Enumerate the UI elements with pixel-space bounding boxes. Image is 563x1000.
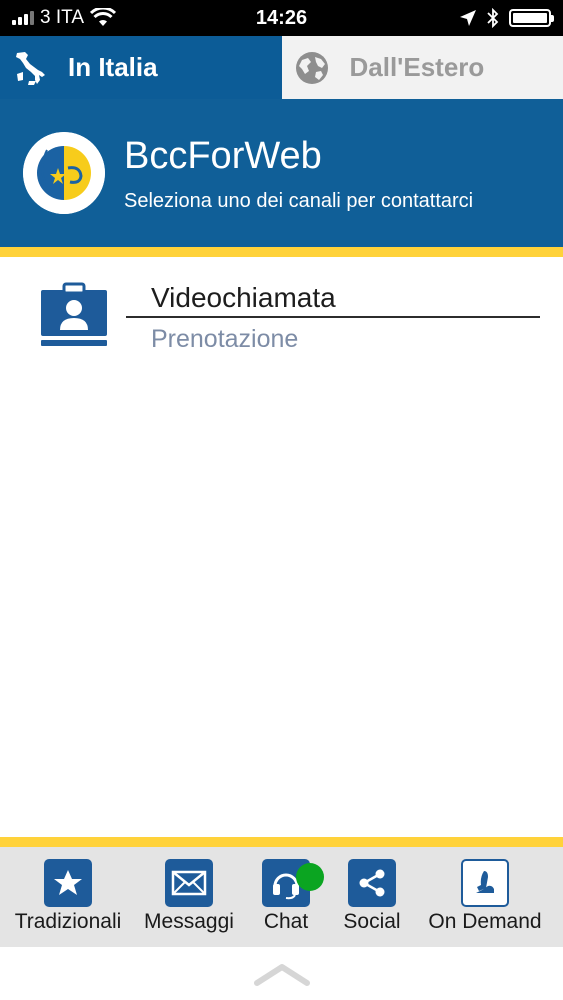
tab-label: Dall'Estero bbox=[349, 52, 485, 82]
nav-label: Social bbox=[343, 910, 401, 933]
star-icon bbox=[44, 859, 92, 907]
divider bbox=[126, 316, 540, 318]
channel-title: Videochiamata bbox=[151, 282, 336, 313]
page-subtitle: Seleziona uno dei canali per contattarci bbox=[124, 190, 474, 212]
nav-label: Chat bbox=[263, 910, 309, 933]
tab-dall-estero[interactable]: Dall'Estero bbox=[281, 36, 563, 99]
bluetooth-icon bbox=[487, 8, 499, 28]
seat-icon bbox=[461, 859, 509, 907]
nav-label: On Demand bbox=[428, 910, 542, 933]
headset-icon bbox=[262, 859, 324, 907]
nav-label: Tradizionali bbox=[14, 910, 122, 933]
tab-in-italia[interactable]: In Italia bbox=[0, 36, 282, 99]
bcc-logo bbox=[23, 132, 105, 214]
region-tabs: In Italia Dall'Estero bbox=[0, 36, 563, 99]
page-title: BccForWeb bbox=[124, 135, 322, 177]
nav-item-messaggi[interactable]: Messaggi bbox=[136, 847, 242, 947]
globe-icon bbox=[294, 50, 330, 86]
header-banner: BccForWeb Seleziona uno dei canali per c… bbox=[0, 99, 563, 247]
share-icon bbox=[348, 859, 396, 907]
video-call-icon bbox=[40, 282, 110, 348]
bottom-divider bbox=[0, 837, 563, 847]
status-bar: 3 ITA 14:26 bbox=[0, 0, 563, 36]
nav-label: Messaggi bbox=[144, 910, 234, 933]
status-right bbox=[459, 0, 554, 36]
nav-item-tradizionali[interactable]: Tradizionali bbox=[8, 847, 128, 947]
battery-icon bbox=[509, 9, 554, 27]
envelope-icon bbox=[165, 859, 213, 907]
channel-subtitle: Prenotazione bbox=[151, 325, 299, 353]
tab-label: In Italia bbox=[68, 52, 158, 82]
nav-item-social[interactable]: Social bbox=[334, 847, 410, 947]
location-arrow-icon bbox=[460, 10, 476, 26]
channel-item-videochiamata[interactable]: Videochiamata Prenotazione bbox=[0, 270, 563, 370]
italy-map-icon bbox=[12, 50, 48, 86]
header-divider bbox=[0, 247, 563, 257]
nav-item-chat[interactable]: Chat bbox=[246, 847, 326, 947]
online-status-dot bbox=[296, 863, 324, 891]
chevron-up-icon[interactable] bbox=[253, 961, 311, 987]
nav-item-on-demand[interactable]: On Demand bbox=[418, 847, 552, 947]
bottom-nav: Tradizionali Messaggi Chat Social On Dem… bbox=[0, 847, 563, 947]
